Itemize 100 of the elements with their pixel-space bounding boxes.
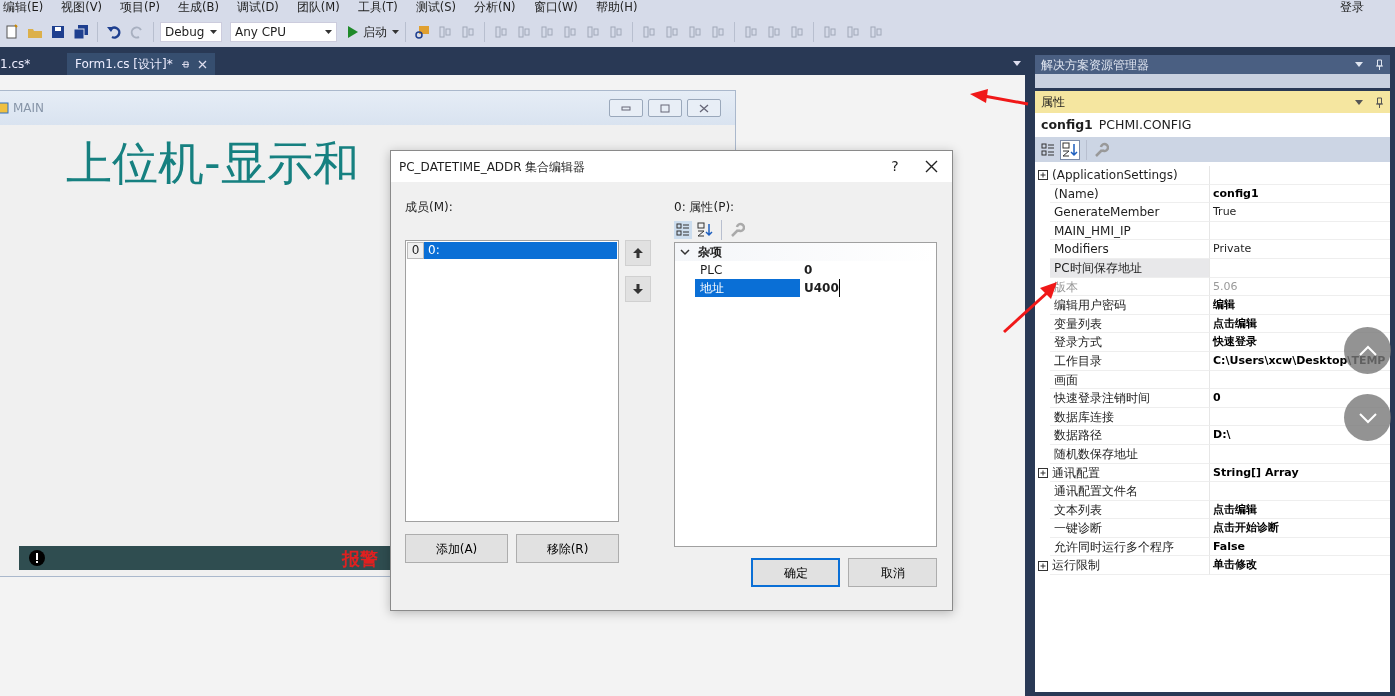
start-button[interactable]: 启动 (348, 23, 399, 41)
play-icon (348, 26, 358, 38)
property-value: 点击编辑 (1213, 502, 1257, 516)
property-name[interactable]: 允许同时运行多个程序 (1050, 537, 1210, 557)
expand-icon[interactable] (1037, 170, 1048, 181)
close-icon[interactable] (925, 160, 938, 173)
property-value: 快速登录 (1213, 335, 1257, 349)
wrench-icon[interactable] (1093, 141, 1109, 158)
property-name[interactable]: 运行限制 (1050, 556, 1210, 576)
property-name[interactable]: 编辑用户密码 (1050, 296, 1210, 315)
property-name[interactable]: (Name) (1050, 184, 1210, 204)
wrench-icon[interactable] (729, 222, 745, 238)
property-value: True (1213, 205, 1237, 219)
property-name[interactable]: 变量列表 (1050, 314, 1210, 334)
close-icon (197, 59, 207, 69)
undo-icon[interactable] (106, 24, 122, 40)
find-icon[interactable] (414, 24, 430, 40)
property-value: 点击编辑 (1213, 316, 1257, 330)
close-button[interactable] (687, 99, 721, 117)
property-name[interactable]: 通讯配置文件名 (1050, 482, 1210, 501)
help-button[interactable]: ? (875, 156, 915, 177)
property-value: 0 (1213, 391, 1221, 405)
minimize-button[interactable] (609, 99, 643, 117)
menu-item[interactable]: 视图(V) (61, 0, 112, 17)
category-label: 杂项 (698, 244, 722, 261)
menu-item[interactable]: 工具(T) (357, 0, 407, 17)
property-name[interactable]: 画面 (1050, 370, 1210, 390)
ok-button[interactable]: 确定 (751, 558, 840, 587)
property-name[interactable]: MAIN_HMI_IP (1050, 221, 1210, 241)
remove-button[interactable]: 移除(R) (516, 534, 619, 563)
caret-icon[interactable] (1355, 99, 1363, 105)
menu-item[interactable]: 分析(N) (473, 0, 525, 17)
categorized-icon[interactable] (1039, 140, 1057, 159)
property-value: config1 (1213, 186, 1259, 200)
property-name[interactable]: 随机数保存地址 (1050, 444, 1210, 464)
property-name[interactable]: Modifiers (1050, 240, 1210, 259)
caret-icon (325, 30, 332, 34)
add-button[interactable]: 添加(A) (405, 534, 508, 563)
document-tab[interactable]: 1.cs* (0, 53, 67, 75)
property-value: 5.06 (1213, 279, 1238, 293)
alarm-label: 报警 (342, 546, 378, 571)
collapse-icon[interactable] (680, 248, 690, 256)
property-value: Private (1213, 242, 1252, 256)
property-name[interactable]: 数据库连接 (1050, 407, 1210, 427)
property-name[interactable]: GenerateMember (1050, 203, 1210, 222)
menu-item[interactable]: 项目(P) (120, 0, 169, 17)
property-value: String[] Array (1213, 465, 1299, 479)
property-name[interactable]: 通讯配置 (1050, 463, 1210, 483)
property-name[interactable]: (ApplicationSettings) (1050, 166, 1210, 185)
caret-icon (392, 30, 399, 34)
menu-item[interactable]: 帮助(H) (595, 0, 647, 17)
property-value: 编辑 (1213, 298, 1235, 312)
property-name[interactable]: 地址 (695, 279, 800, 297)
document-tab[interactable]: Form1.cs [设计]* (67, 53, 215, 75)
close-icon (697, 102, 711, 114)
chevron-down-icon (1357, 411, 1378, 424)
move-up-button[interactable] (625, 240, 651, 266)
property-value-field[interactable]: U400 (800, 279, 840, 297)
maximize-icon (658, 102, 672, 114)
maximize-button[interactable] (648, 99, 682, 117)
configuration-dropdown[interactable]: Debug (160, 22, 222, 42)
sign-in-link[interactable]: 登录 (1340, 0, 1364, 17)
menu-item[interactable]: 测试(S) (415, 0, 465, 17)
save-all-icon[interactable] (73, 24, 89, 40)
property-name[interactable]: PLC (695, 261, 800, 279)
new-item-icon[interactable] (4, 24, 20, 40)
sort-alphabetical-icon[interactable] (696, 221, 714, 239)
properties-label: 0: 属性(P): (674, 199, 736, 216)
redo-icon[interactable] (129, 24, 145, 40)
property-name[interactable]: 登录方式 (1050, 333, 1210, 352)
categorized-icon[interactable] (674, 221, 692, 239)
tab-list-icon[interactable] (1013, 61, 1021, 66)
menu-item[interactable]: 生成(B) (178, 0, 228, 17)
pin-icon (180, 59, 190, 69)
pin-icon[interactable] (1375, 96, 1384, 108)
arrow-down-icon (633, 284, 643, 294)
menu-item[interactable]: 调试(D) (236, 0, 288, 17)
menu-item[interactable]: 窗口(W) (533, 0, 587, 17)
object-type: PCHMI.CONFIG (1098, 115, 1192, 134)
caret-icon[interactable] (1355, 62, 1363, 67)
property-name[interactable]: 一键诊断 (1050, 519, 1210, 538)
chevron-up-icon (1357, 344, 1378, 357)
property-value: 单击修改 (1213, 558, 1257, 572)
cancel-button[interactable]: 取消 (848, 558, 937, 587)
property-name[interactable]: 文本列表 (1050, 500, 1210, 520)
property-value: False (1213, 539, 1246, 553)
property-value: 点击开始诊断 (1213, 521, 1279, 535)
property-name[interactable]: 工作目录 (1050, 351, 1210, 371)
save-icon[interactable] (50, 24, 66, 40)
platform-dropdown[interactable]: Any CPU (230, 22, 337, 42)
list-item[interactable]: 0: (424, 242, 617, 259)
menu-item[interactable]: 编辑(E) (3, 0, 53, 17)
expand-icon[interactable] (1037, 467, 1048, 478)
property-name[interactable]: 数据路径 (1050, 426, 1210, 445)
sort-alphabetical-icon[interactable] (1060, 139, 1080, 160)
expand-icon[interactable] (1037, 560, 1048, 571)
dialog-title: PC_DATETIME_ADDR 集合编辑器 (399, 158, 587, 176)
property-name[interactable]: 快速登录注销时间 (1050, 389, 1210, 408)
menu-item[interactable]: 团队(M) (296, 0, 349, 17)
move-down-button[interactable] (625, 276, 651, 302)
